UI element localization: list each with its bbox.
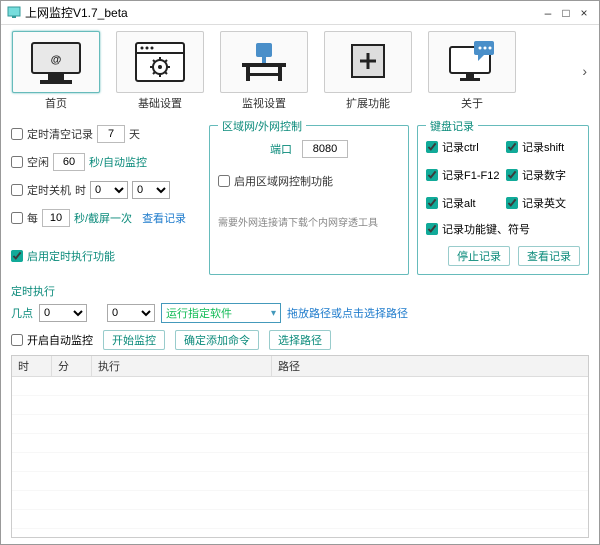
app-icon [7,6,21,20]
enable-scheduled-checkbox[interactable] [11,250,23,262]
table-body[interactable] [12,377,588,537]
lan-title: 区域网/外网控制 [218,118,306,134]
screenshot-interval-input[interactable] [42,209,70,227]
record-ctrl-checkbox[interactable] [426,141,438,153]
schedule-section: 定时执行 几点 0 0 运行指定软件 ▾ 拖放路径或点击选择路径 开启自动监控 … [11,283,589,351]
every-label: 每 [27,210,38,226]
shutdown-min-select[interactable]: 0 [132,181,170,199]
at-label: 几点 [11,305,33,321]
tab-home-label: 首页 [45,95,67,111]
enable-lan-checkbox[interactable] [218,175,230,187]
add-command-button[interactable]: 确定添加命令 [175,330,259,350]
close-button[interactable]: × [575,6,593,20]
lan-groupbox: 区域网/外网控制 端口 启用区域网控制功能 需要外网连接请下载个内网穿透工具 [209,125,409,275]
shutdown-hour-select[interactable]: 0 [90,181,128,199]
stop-record-button[interactable]: 停止记录 [448,246,510,266]
hour-label: 时 [75,182,86,198]
shutdown-checkbox[interactable] [11,184,23,196]
lan-note: 需要外网连接请下载个内网穿透工具 [218,214,378,229]
record-english-label: 记录英文 [522,195,566,211]
sched-min-select[interactable]: 0 [107,304,155,322]
record-shift-checkbox[interactable] [506,141,518,153]
record-english-checkbox[interactable] [506,197,518,209]
record-digits-label: 记录数字 [522,167,566,183]
svg-text:@: @ [51,54,62,66]
shutdown-label: 定时关机 [27,182,71,198]
top-panels: 定时清空记录 天 空闲 秒/自动监控 定时关机 时 0 0 [11,119,589,275]
tab-basic-settings[interactable]: 基础设置 [113,31,207,111]
window-title: 上网监控V1.7_beta [25,4,539,21]
toolbar: @ 首页 基础设置 监视设置 扩展功能 关于 [1,25,599,117]
titlebar: 上网监控V1.7_beta – □ × [1,1,599,25]
tab-about[interactable]: 关于 [425,31,519,111]
record-fnkeys-label: 记录功能键、符号 [442,221,530,237]
col-min[interactable]: 分 [52,356,92,376]
every-unit-label: 秒/截屏一次 [74,210,132,226]
idle-label: 空闲 [27,154,49,170]
enable-lan-label: 启用区域网控制功能 [234,173,333,189]
sched-hour-select[interactable]: 0 [39,304,87,322]
record-alt-label: 记录alt [442,195,476,211]
record-fnkeys-checkbox[interactable] [426,223,438,235]
idle-unit-label: 秒/自动监控 [89,154,147,170]
start-monitor-button[interactable]: 开始监控 [103,330,165,350]
tab-home[interactable]: @ 首页 [9,31,103,111]
kbd-title: 键盘记录 [426,118,478,134]
action-combo-label: 运行指定软件 [166,305,232,321]
auto-monitor-checkbox[interactable] [11,334,23,346]
port-label: 端口 [270,141,292,157]
view-records-link[interactable]: 查看记录 [142,210,186,226]
desk-icon [220,31,308,93]
record-ctrl-label: 记录ctrl [442,139,479,155]
clear-records-label: 定时清空记录 [27,126,93,142]
clear-days-input[interactable] [97,125,125,143]
minimize-button[interactable]: – [539,6,557,20]
schedule-title: 定时执行 [11,283,589,299]
plus-icon [324,31,412,93]
record-digits-checkbox[interactable] [506,169,518,181]
chat-monitor-icon [428,31,516,93]
record-shift-label: 记录shift [522,139,564,155]
chevron-down-icon: ▾ [271,308,276,319]
record-f-keys-label: 记录F1-F12 [442,167,499,183]
tab-monitor-label: 监视设置 [242,95,286,111]
record-alt-checkbox[interactable] [426,197,438,209]
app-window: 上网监控V1.7_beta – □ × @ 首页 基础设置 监视设置 [0,0,600,545]
auto-monitor-label: 开启自动监控 [27,332,93,348]
content-area: 定时清空记录 天 空闲 秒/自动监控 定时关机 时 0 0 [1,117,599,544]
enable-scheduled-label: 启用定时执行功能 [27,248,115,264]
path-hint: 拖放路径或点击选择路径 [287,305,408,321]
chevron-right-icon[interactable]: › [582,63,587,79]
days-label: 天 [129,126,140,142]
record-f-keys-checkbox[interactable] [426,169,438,181]
col-action[interactable]: 执行 [92,356,272,376]
left-panel: 定时清空记录 天 空闲 秒/自动监控 定时关机 时 0 0 [11,119,201,275]
col-path[interactable]: 路径 [272,356,588,376]
clear-records-checkbox[interactable] [11,128,23,140]
tab-ext-label: 扩展功能 [346,95,390,111]
col-hour[interactable]: 时 [12,356,52,376]
tab-basic-label: 基础设置 [138,95,182,111]
tab-monitor-settings[interactable]: 监视设置 [217,31,311,111]
table-header: 时 分 执行 路径 [12,356,588,377]
tab-about-label: 关于 [461,95,483,111]
view-record-button[interactable]: 查看记录 [518,246,580,266]
idle-checkbox[interactable] [11,156,23,168]
action-combo[interactable]: 运行指定软件 ▾ [161,303,281,323]
keyboard-groupbox: 键盘记录 记录ctrl 记录shift 记录F1-F12 记录数字 记录alt … [417,125,589,275]
home-icon: @ [12,31,100,93]
port-input[interactable] [302,140,348,158]
screenshot-checkbox[interactable] [11,212,23,224]
settings-window-icon [116,31,204,93]
choose-path-button[interactable]: 选择路径 [269,330,331,350]
idle-seconds-input[interactable] [53,153,85,171]
maximize-button[interactable]: □ [557,6,575,20]
schedule-table: 时 分 执行 路径 [11,355,589,538]
tab-extensions[interactable]: 扩展功能 [321,31,415,111]
